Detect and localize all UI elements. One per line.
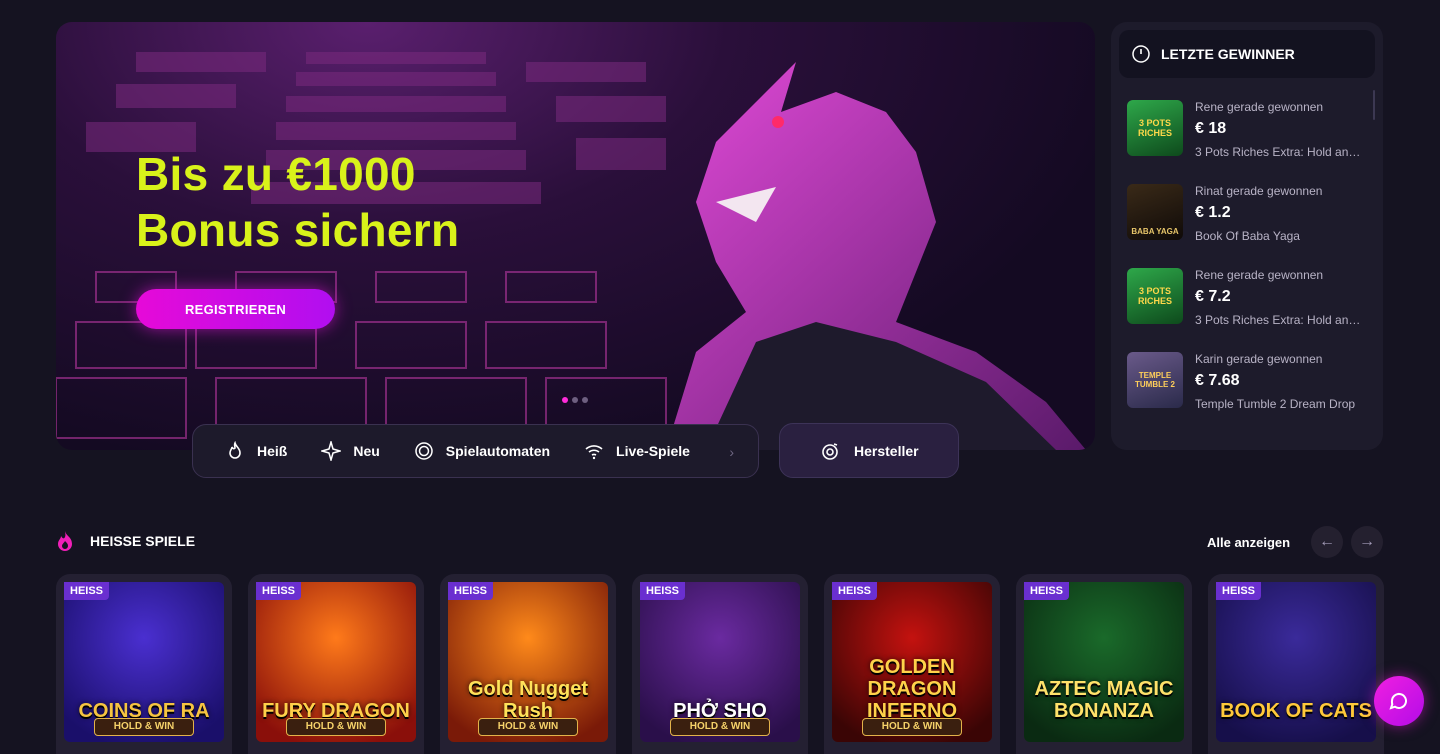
game-subtitle: HOLD & WIN	[286, 718, 386, 736]
hot-badge: HEISS	[256, 582, 302, 600]
category-label: Heiß	[257, 443, 288, 459]
winner-user: Rinat gerade gewonnen	[1195, 184, 1323, 198]
hot-badge: HEISS	[1024, 582, 1070, 600]
game-thumbnail: FURY DRAGON HOLD & WIN	[256, 582, 416, 742]
arrow-left-icon[interactable]: ←	[1311, 526, 1343, 558]
hero-title-line2: Bonus sichern	[136, 204, 460, 256]
game-thumbnail: GOLDEN DRAGON INFERNO HOLD & WIN	[832, 582, 992, 742]
game-card[interactable]: HEISS Gold Nugget Rush HOLD & WIN	[440, 574, 616, 754]
winners-header: LETZTE GEWINNER	[1119, 30, 1375, 78]
carousel-dots	[562, 397, 588, 403]
game-title: AZTEC MAGIC BONANZA	[1034, 678, 1174, 722]
category-new[interactable]: Neu	[321, 441, 380, 461]
winners-title: LETZTE GEWINNER	[1161, 46, 1295, 62]
game-thumbnail: COINS OF RA HOLD & WIN	[64, 582, 224, 742]
chat-button[interactable]	[1374, 676, 1424, 726]
category-live[interactable]: Live-Spiele	[584, 441, 690, 461]
game-thumbnail: AZTEC MAGIC BONANZA	[1024, 582, 1184, 742]
view-all-link[interactable]: Alle anzeigen	[1207, 535, 1290, 550]
winner-user: Rene gerade gewonnen	[1195, 268, 1324, 282]
dinosaur-illustration	[666, 62, 1086, 450]
winner-item[interactable]: TEMPLE TUMBLE 2 Karin gerade gewonnen € …	[1127, 352, 1375, 436]
winner-amount: € 18	[1195, 120, 1227, 137]
hot-badge: HEISS	[1216, 582, 1262, 600]
tab-providers[interactable]: Hersteller	[779, 423, 959, 478]
winners-list: 3 POTS RICHES Rene gerade gewonnen € 18 …	[1127, 100, 1375, 436]
wifi-icon	[585, 445, 603, 460]
game-title: GOLDEN DRAGON INFERNO	[867, 656, 957, 722]
game-card[interactable]: HEISS GOLDEN DRAGON INFERNO HOLD & WIN	[824, 574, 1000, 754]
hot-badge: HEISS	[64, 582, 110, 600]
hot-badge: HEISS	[640, 582, 686, 600]
provider-icon	[822, 442, 838, 460]
game-title: Gold Nugget Rush	[468, 678, 588, 722]
winner-amount: € 1.2	[1195, 204, 1231, 221]
game-card[interactable]: HEISS COINS OF RA HOLD & WIN	[56, 574, 232, 754]
game-thumbnail: Gold Nugget Rush HOLD & WIN	[448, 582, 608, 742]
game-thumbnail: BABA YAGA	[1127, 184, 1183, 240]
game-thumbnail: 3 POTS RICHES	[1127, 268, 1183, 324]
sparkle-icon	[321, 441, 342, 461]
flame-icon	[58, 531, 72, 551]
winner-game: 3 Pots Riches Extra: Hold and Win	[1195, 313, 1367, 327]
winner-game: Temple Tumble 2 Dream Drop	[1195, 397, 1356, 411]
hot-games-row: HEISS COINS OF RA HOLD & WIN HEISS FURY DRAG…	[56, 574, 1384, 754]
section-title: HEISSE SPIELE	[90, 533, 196, 549]
hot-badge: HEISS	[832, 582, 878, 600]
game-subtitle: HOLD & WIN	[862, 718, 962, 736]
winner-user: Karin gerade gewonnen	[1195, 352, 1323, 366]
winner-item[interactable]: BABA YAGA Rinat gerade gewonnen € 1.2 Bo…	[1127, 184, 1375, 268]
category-bar: Heiß Neu Spielautomaten Live-Spiele ›	[192, 424, 759, 478]
game-thumbnail: TEMPLE TUMBLE 2	[1127, 352, 1183, 408]
chat-icon	[1389, 692, 1407, 710]
winners-scrollbar[interactable]	[1373, 90, 1375, 120]
carousel-dot[interactable]	[582, 397, 588, 403]
winner-item[interactable]: 3 POTS RICHES Rene gerade gewonnen € 18 …	[1127, 100, 1375, 184]
register-button[interactable]: REGISTRIEREN	[136, 289, 335, 329]
chevron-right-icon[interactable]: ›	[729, 444, 734, 460]
hero-title: Bis zu €1000 Bonus sichern	[136, 146, 459, 258]
clock-icon	[1132, 45, 1150, 63]
category-label: Spielautomaten	[445, 443, 551, 459]
carousel-dot[interactable]	[562, 397, 568, 403]
category-slots[interactable]: Spielautomaten	[414, 441, 550, 461]
carousel-dot[interactable]	[572, 397, 578, 403]
category-label: Neu	[353, 443, 380, 459]
winner-game: 3 Pots Riches Extra: Hold and Win	[1195, 145, 1367, 159]
game-card[interactable]: HEISS BOOK OF CATS	[1208, 574, 1384, 754]
recent-winners-panel: LETZTE GEWINNER 3 POTS RICHES Rene gerad…	[1111, 22, 1383, 450]
list-fade	[1111, 426, 1383, 450]
winner-amount: € 7.2	[1195, 288, 1231, 305]
game-thumbnail: BOOK OF CATS	[1216, 582, 1376, 742]
game-card[interactable]: HEISS AZTEC MAGIC BONANZA	[1016, 574, 1192, 754]
game-card[interactable]: HEISS FURY DRAGON HOLD & WIN	[248, 574, 424, 754]
game-subtitle: HOLD & WIN	[670, 718, 770, 736]
game-subtitle: HOLD & WIN	[94, 718, 194, 736]
spiral-icon	[415, 442, 433, 460]
winner-item[interactable]: 3 POTS RICHES Rene gerade gewonnen € 7.2…	[1127, 268, 1375, 352]
flame-outline-icon	[229, 441, 241, 459]
arrow-right-icon[interactable]: →	[1351, 526, 1383, 558]
provider-label: Hersteller	[854, 442, 919, 459]
category-hot[interactable]: Heiß	[225, 441, 287, 461]
hot-games-header: HEISSE SPIELE	[56, 530, 195, 552]
game-card[interactable]: HEISS PHỞ SHO HOLD & WIN	[632, 574, 808, 754]
hero-banner: Bis zu €1000 Bonus sichern REGISTRIEREN	[56, 22, 1095, 450]
winner-game: Book Of Baba Yaga	[1195, 229, 1300, 243]
game-thumbnail: PHỞ SHO HOLD & WIN	[640, 582, 800, 742]
winner-amount: € 7.68	[1195, 372, 1240, 389]
hot-badge: HEISS	[448, 582, 494, 600]
game-title: BOOK OF CATS	[1220, 700, 1372, 722]
winner-user: Rene gerade gewonnen	[1195, 100, 1324, 114]
category-label: Live-Spiele	[616, 443, 690, 459]
game-thumbnail: 3 POTS RICHES	[1127, 100, 1183, 156]
game-subtitle: HOLD & WIN	[478, 718, 578, 736]
hero-title-line1: Bis zu €1000	[136, 148, 416, 200]
